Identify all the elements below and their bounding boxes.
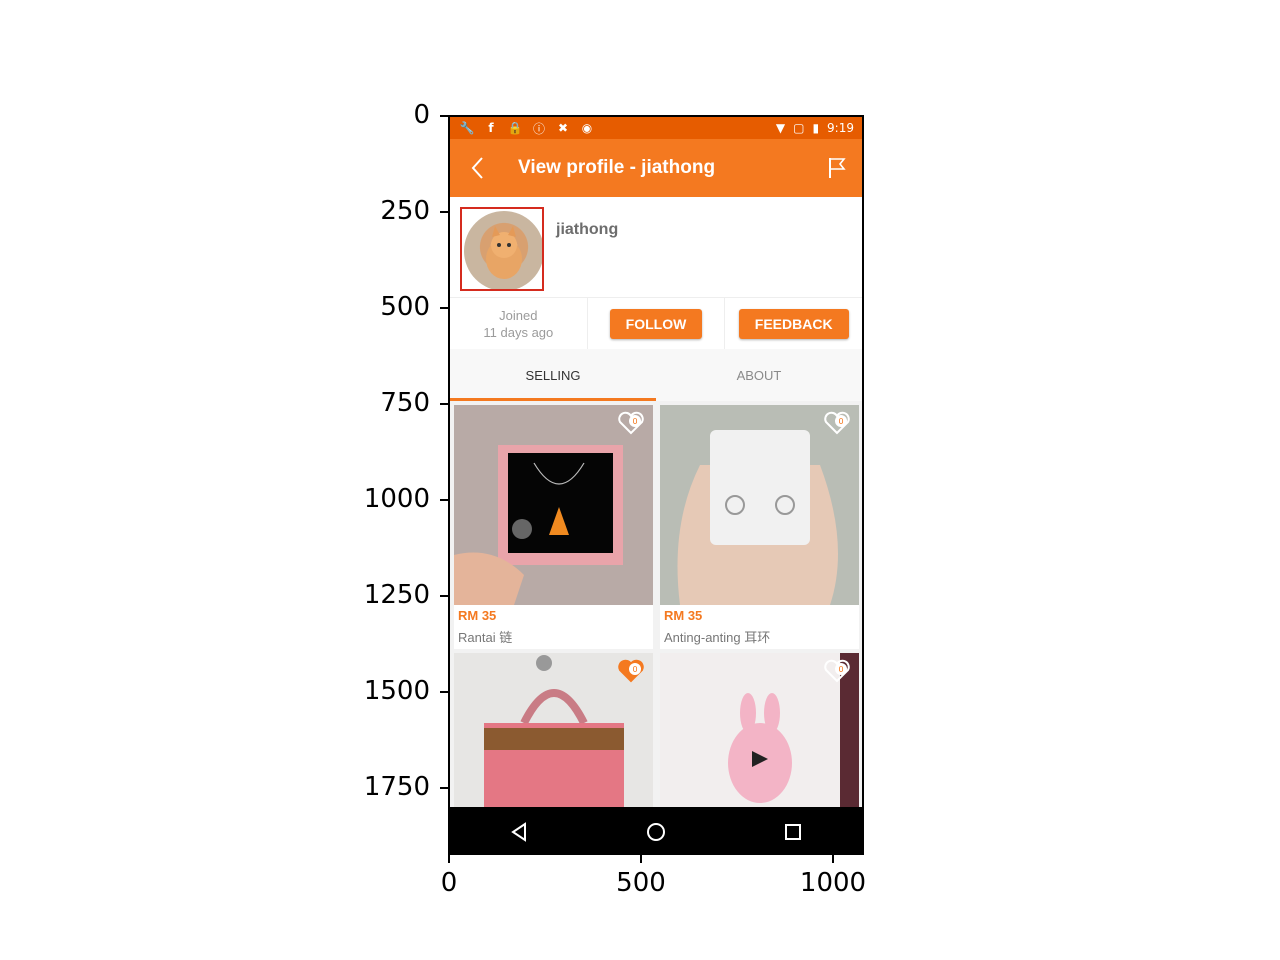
- like-count: 0: [629, 663, 641, 675]
- y-tick-label: 750: [380, 388, 430, 418]
- battery-icon: ▮: [812, 121, 820, 135]
- product-grid: 0 RM 35 Rantai 链 0 RM 35 Anting-anting 耳…: [450, 401, 862, 813]
- feedback-col: FEEDBACK: [725, 298, 862, 350]
- status-bar: 🔧 f 🔒 ⓘ ✖ ◉ ▼ ▢ ▮ 9:19: [450, 117, 862, 139]
- square-recents-icon: [785, 824, 802, 840]
- like-count: 0: [835, 663, 847, 675]
- product-card[interactable]: 0: [660, 653, 859, 813]
- x-tick: [640, 855, 642, 863]
- feedback-button[interactable]: FEEDBACK: [738, 309, 849, 339]
- circle-home-icon: [646, 823, 665, 841]
- product-card[interactable]: 0 RM 35 Rantai 链: [454, 405, 653, 649]
- x-tick: [448, 855, 450, 863]
- x-tick-label: 1000: [799, 868, 867, 898]
- report-button[interactable]: [822, 139, 852, 197]
- system-nav-bar: [450, 807, 862, 853]
- wrench-icon: 🔧: [459, 121, 475, 135]
- phone-screen: 🔧 f 🔒 ⓘ ✖ ◉ ▼ ▢ ▮ 9:19 View profile - ji…: [448, 115, 864, 855]
- follow-col: FOLLOW: [588, 298, 726, 350]
- no-sim-icon: ▢: [793, 121, 805, 135]
- triangle-back-icon: [510, 822, 526, 842]
- y-tick: [440, 595, 448, 597]
- x-tick: [832, 855, 834, 863]
- y-tick: [440, 499, 448, 501]
- like-button[interactable]: 0: [617, 411, 645, 435]
- y-tick-label: 1000: [363, 484, 430, 514]
- profile-header: jiathong: [450, 197, 862, 297]
- facebook-icon: f: [488, 121, 494, 135]
- nav-back-button[interactable]: [499, 812, 539, 852]
- profile-actions-row: Joined 11 days ago FOLLOW FEEDBACK: [450, 297, 862, 350]
- x-tick-label: 500: [616, 868, 666, 898]
- tab-about[interactable]: ABOUT: [656, 349, 862, 401]
- y-tick-label: 500: [380, 292, 430, 322]
- product-price: RM 35: [458, 608, 497, 623]
- tools-icon: ✖: [557, 121, 569, 135]
- product-price: RM 35: [664, 608, 703, 623]
- avatar-highlight-box: [460, 207, 544, 291]
- product-name: Anting-anting 耳环: [664, 630, 771, 645]
- tab-bar: SELLING ABOUT: [450, 349, 862, 401]
- status-time: 9:19: [827, 121, 854, 135]
- username: jiathong: [556, 221, 619, 238]
- y-tick: [440, 115, 448, 117]
- product-card[interactable]: 0 RM 35 Anting-anting 耳环: [660, 405, 859, 649]
- joined-stat: Joined 11 days ago: [450, 298, 588, 350]
- lock-icon: 🔒: [507, 121, 523, 135]
- like-button[interactable]: 0: [823, 659, 851, 683]
- like-count: 0: [629, 415, 641, 427]
- like-button[interactable]: 0: [617, 659, 645, 683]
- y-tick-label: 1250: [363, 580, 430, 610]
- android-icon: ◉: [581, 121, 593, 135]
- follow-button[interactable]: FOLLOW: [609, 309, 703, 339]
- y-tick: [440, 211, 448, 213]
- nav-home-button[interactable]: [636, 812, 676, 852]
- tab-selling[interactable]: SELLING: [450, 349, 656, 401]
- y-tick-label: 0: [413, 100, 430, 130]
- y-tick: [440, 787, 448, 789]
- joined-label: Joined: [499, 308, 538, 323]
- y-tick-label: 1500: [363, 676, 430, 706]
- back-icon: [471, 157, 483, 179]
- like-button[interactable]: 0: [823, 411, 851, 435]
- y-tick: [440, 691, 448, 693]
- nav-recents-button[interactable]: [773, 812, 813, 852]
- like-count: 0: [835, 415, 847, 427]
- back-button[interactable]: [458, 139, 498, 197]
- y-tick: [440, 307, 448, 309]
- x-tick-label: 0: [440, 868, 458, 898]
- alert-icon: ⓘ: [532, 121, 545, 136]
- y-tick: [440, 403, 448, 405]
- y-tick-label: 1750: [363, 772, 430, 802]
- y-tick-label: 250: [380, 196, 430, 226]
- product-card[interactable]: 0: [454, 653, 653, 813]
- wifi-icon: ▼: [775, 121, 786, 135]
- joined-value: 11 days ago: [483, 325, 554, 340]
- flag-icon: [829, 158, 846, 178]
- app-bar: View profile - jiathong: [450, 139, 862, 197]
- page-title: View profile - jiathong: [518, 157, 716, 178]
- product-name: Rantai 链: [458, 630, 513, 645]
